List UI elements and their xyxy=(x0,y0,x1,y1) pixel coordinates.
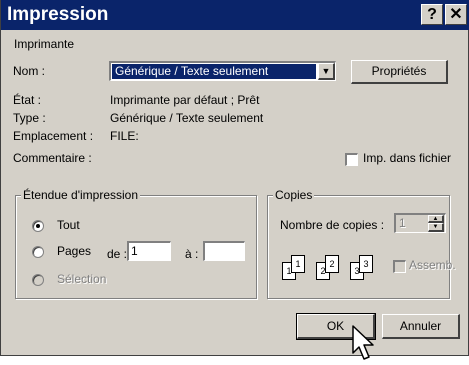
selection-radio[interactable] xyxy=(32,274,44,286)
printer-name-select[interactable]: Générique / Texte seulement ▼ xyxy=(109,61,336,81)
page-icon: 1 xyxy=(291,255,305,273)
print-to-file-checkbox[interactable] xyxy=(345,153,358,166)
state-value: Imprimante par défaut ; Prêt xyxy=(110,93,260,107)
collate-checkbox[interactable] xyxy=(393,260,406,273)
close-icon: ✕ xyxy=(449,6,463,23)
printer-section-label: Imprimante xyxy=(14,37,75,51)
all-pages-radio[interactable] xyxy=(32,220,44,232)
page-icon: 3 xyxy=(359,255,373,273)
page-number: 1 xyxy=(295,259,301,269)
print-to-file-label: Imp. dans fichier xyxy=(363,151,452,165)
from-page-input[interactable]: 1 xyxy=(127,241,171,261)
cancel-button[interactable]: Annuler xyxy=(382,314,460,339)
window-title: Impression xyxy=(7,4,109,25)
copies-count-value: 1 xyxy=(399,216,406,230)
page-range-label: Pages xyxy=(57,244,92,258)
collate-pages-icon: 1 1 2 2 3 3 xyxy=(277,248,383,282)
printer-name-label: Nom : xyxy=(13,64,46,78)
from-label: de : xyxy=(107,247,128,261)
chevron-up-icon: ▲ xyxy=(432,216,439,222)
chevron-down-icon: ▼ xyxy=(432,224,439,230)
cancel-button-label: Annuler xyxy=(399,319,442,333)
page-number: 3 xyxy=(363,259,369,269)
chevron-down-icon: ▼ xyxy=(321,66,331,76)
help-button[interactable]: ? xyxy=(421,4,443,25)
copies-count-label: Nombre de copies : xyxy=(280,218,385,232)
comment-label: Commentaire : xyxy=(13,151,92,165)
page-range-radio[interactable] xyxy=(32,246,44,258)
copies-up-button[interactable]: ▲ xyxy=(428,215,444,223)
mouse-cursor-icon xyxy=(352,325,374,360)
properties-button[interactable]: Propriétés xyxy=(351,60,448,84)
printer-name-value: Générique / Texte seulement xyxy=(115,64,269,78)
copies-count-spinner[interactable]: 1 ▲ ▼ xyxy=(394,213,446,233)
printer-name-highlight: Générique / Texte seulement xyxy=(112,64,316,79)
copies-title: Copies xyxy=(273,188,315,202)
to-label: à : xyxy=(185,247,199,261)
type-value: Générique / Texte seulement xyxy=(110,111,264,125)
printer-name-dropdown-button[interactable]: ▼ xyxy=(318,63,335,80)
all-pages-label: Tout xyxy=(57,218,80,232)
close-button[interactable]: ✕ xyxy=(445,4,467,25)
ok-button-label: OK xyxy=(326,319,345,333)
to-page-input[interactable] xyxy=(203,241,245,261)
selection-label: Sélection xyxy=(57,272,107,286)
help-icon: ? xyxy=(427,6,437,23)
copies-down-button[interactable]: ▼ xyxy=(428,223,444,232)
properties-button-label: Propriétés xyxy=(371,64,427,78)
page-number: 2 xyxy=(329,259,335,269)
print-range-title: Étendue d'impression xyxy=(21,188,141,202)
from-page-value: 1 xyxy=(131,244,138,258)
location-label: Emplacement : xyxy=(13,129,94,143)
location-value: FILE: xyxy=(110,129,139,143)
copies-group xyxy=(267,195,450,299)
page-icon: 2 xyxy=(325,255,339,273)
state-label: État : xyxy=(13,93,42,107)
print-dialog: Impression ? ✕ Imprimante Nom : Génériqu… xyxy=(0,0,469,356)
type-label: Type : xyxy=(13,111,46,125)
title-bar: Impression ? ✕ xyxy=(1,0,469,30)
collate-label: Assemb. xyxy=(409,258,456,272)
